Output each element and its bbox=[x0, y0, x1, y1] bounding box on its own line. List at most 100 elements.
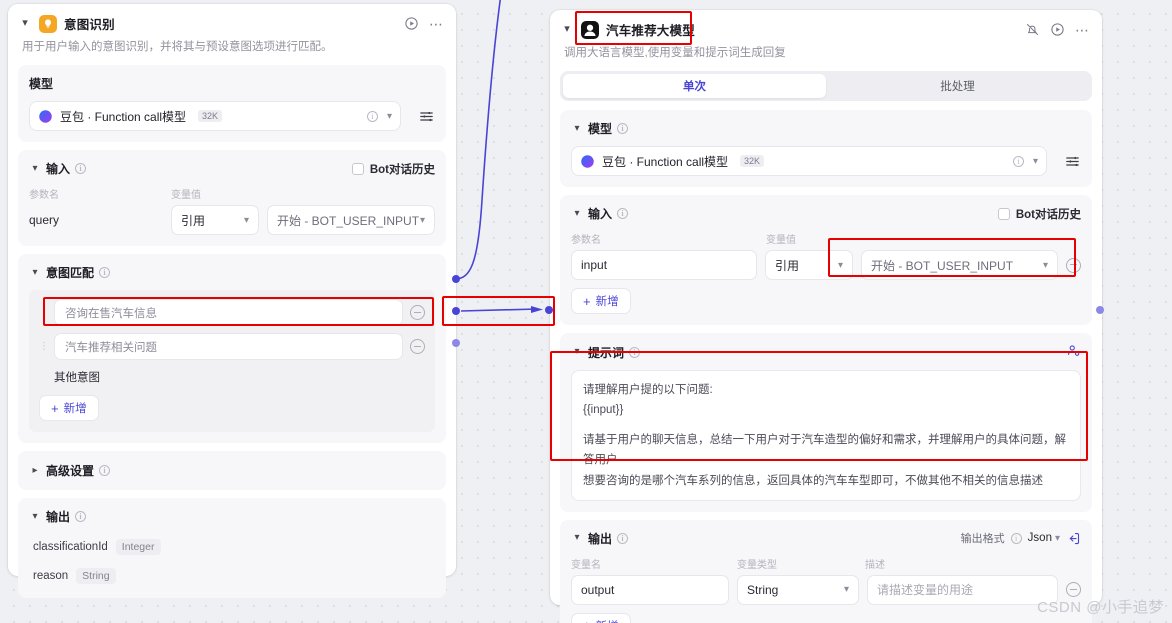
output-port-llm[interactable] bbox=[1096, 306, 1104, 314]
intent-match-section: ▾ 意图匹配 i ⋮⋮ 咨询在售汽车信息 ⋮⋮ 汽车推荐相关问题 其他意图 + … bbox=[18, 254, 446, 444]
play-circle-icon[interactable] bbox=[1050, 22, 1065, 37]
llm-prompt-section: ▾ 提示词 i 请理解用户提的以下问题: {{input}} 请基于用户的聊天信… bbox=[560, 333, 1092, 512]
chevron-down-icon[interactable]: ▾ bbox=[1043, 260, 1048, 271]
bot-history-checkbox[interactable]: Bot对话历史 bbox=[997, 206, 1081, 222]
info-icon[interactable]: i bbox=[1012, 155, 1024, 167]
intent-node-subtitle: 用于用户输入的意图识别，并将其与预设意图选项进行匹配。 bbox=[22, 41, 333, 53]
collapse-chevron-icon[interactable]: ▾ bbox=[571, 346, 583, 358]
output-var-desc-placeholder: 请描述变量的用途 bbox=[877, 583, 974, 598]
chevron-down-icon[interactable]: ▾ bbox=[1033, 156, 1038, 167]
intent-recognition-node[interactable]: ▾ 意图识别 ⋯ 用于用户输入的意图识别，并将其与预设意图选项进行匹配。 模型 bbox=[8, 4, 456, 599]
bot-avatar-icon bbox=[581, 20, 599, 39]
advanced-settings-section[interactable]: ▸ 高级设置 i bbox=[18, 451, 446, 491]
ellipsis-icon[interactable]: ⋯ bbox=[1075, 23, 1090, 37]
info-icon[interactable]: i bbox=[99, 267, 111, 279]
remove-intent-button[interactable] bbox=[410, 305, 425, 321]
output-port-intent-other[interactable] bbox=[452, 339, 460, 347]
chevron-down-icon[interactable]: ▾ bbox=[420, 215, 425, 226]
ellipsis-icon[interactable]: ⋯ bbox=[429, 17, 444, 31]
collapse-chevron-icon[interactable]: ▾ bbox=[571, 532, 583, 544]
add-intent-button[interactable]: + 新增 bbox=[39, 395, 99, 422]
info-icon[interactable]: i bbox=[617, 123, 629, 135]
variable-value: 开始 - BOT_USER_INPUT bbox=[871, 258, 1014, 273]
llm-model-select[interactable]: 豆包 · Function call模型 32K i ▾ bbox=[571, 146, 1047, 177]
intent-text-1: 咨询在售汽车信息 bbox=[65, 307, 157, 320]
info-icon[interactable]: i bbox=[617, 532, 629, 544]
intent-item[interactable]: ⋮⋮ 咨询在售汽车信息 bbox=[39, 299, 425, 327]
llm-mode-tabs[interactable]: 单次 批处理 bbox=[560, 71, 1092, 102]
play-circle-icon[interactable] bbox=[404, 16, 419, 31]
workflow-canvas[interactable]: ▾ 意图识别 ⋯ 用于用户输入的意图识别，并将其与预设意图选项进行匹配。 模型 bbox=[0, 0, 1172, 623]
tab-batch[interactable]: 批处理 bbox=[826, 74, 1089, 98]
variable-value: 开始 - BOT_USER_INPUT bbox=[277, 213, 420, 228]
output-var-name-input[interactable]: output bbox=[571, 574, 729, 605]
output-format-select[interactable]: Json ▾ bbox=[1028, 532, 1060, 544]
checkbox-box[interactable] bbox=[997, 207, 1010, 220]
expand-chevron-icon[interactable]: ▸ bbox=[29, 465, 41, 477]
collapse-chevron-icon[interactable]: ▾ bbox=[560, 23, 574, 37]
output-var-desc-input[interactable]: 请描述变量的用途 bbox=[867, 574, 1058, 605]
chevron-down-icon[interactable]: ▾ bbox=[1055, 533, 1060, 544]
llm-node-subtitle: 调用大语言模型,使用变量和提示词生成回复 bbox=[564, 47, 786, 59]
info-icon[interactable]: i bbox=[617, 208, 629, 220]
prompt-textarea[interactable]: 请理解用户提的以下问题: {{input}} 请基于用户的聊天信息，总结一下用户… bbox=[571, 370, 1081, 501]
llm-prompt-title: ▾ 提示词 i bbox=[571, 343, 1081, 361]
chevron-down-icon[interactable]: ▾ bbox=[387, 111, 392, 122]
add-output-row-button[interactable]: + 新增 bbox=[571, 612, 631, 623]
bot-history-label: Bot对话历史 bbox=[1015, 208, 1081, 221]
info-icon[interactable]: i bbox=[75, 163, 87, 175]
info-icon[interactable]: i bbox=[629, 346, 641, 358]
intent-text-input-2[interactable]: 汽车推荐相关问题 bbox=[54, 333, 403, 361]
checkbox-box[interactable] bbox=[351, 162, 364, 175]
info-icon[interactable]: i bbox=[366, 110, 378, 122]
sliders-icon[interactable] bbox=[1064, 153, 1081, 170]
drag-handle-icon[interactable]: ⋮⋮ bbox=[39, 307, 60, 317]
input-port-llm[interactable] bbox=[545, 306, 553, 314]
bell-off-icon[interactable] bbox=[1025, 22, 1040, 37]
tab-single[interactable]: 单次 bbox=[563, 74, 826, 99]
info-icon[interactable]: i bbox=[75, 511, 87, 523]
intent-output-title: ▾ 输出 i bbox=[29, 508, 435, 525]
remove-input-row-button[interactable] bbox=[1066, 257, 1081, 273]
llm-input-label: 输入 bbox=[588, 207, 613, 222]
info-icon[interactable]: i bbox=[1010, 532, 1022, 544]
output-port-intent-1[interactable] bbox=[452, 275, 460, 283]
llm-input-title: ▾ 输入 i Bot对话历史 bbox=[571, 205, 1081, 222]
intent-model-select[interactable]: 豆包 · Function call模型 32K i ▾ bbox=[29, 101, 401, 132]
collapse-chevron-icon[interactable]: ▾ bbox=[571, 123, 583, 135]
output-port-intent-2[interactable] bbox=[452, 307, 460, 315]
collapse-chevron-icon[interactable]: ▾ bbox=[29, 163, 41, 175]
bot-history-checkbox[interactable]: Bot对话历史 bbox=[351, 161, 435, 177]
llm-node[interactable]: ▾ 汽车推荐大模型 ⋯ 调用大语言模型,使用变量和提示词生成回复 单次 批处理 bbox=[550, 10, 1102, 623]
variable-value-select[interactable]: 开始 - BOT_USER_INPUT ▾ bbox=[861, 250, 1058, 281]
intent-text-2: 汽车推荐相关问题 bbox=[65, 341, 157, 354]
remove-intent-button[interactable] bbox=[410, 339, 425, 355]
param-name-input[interactable]: input bbox=[571, 250, 757, 281]
output-var-row: reason String bbox=[29, 568, 435, 585]
output-var-type: String bbox=[747, 582, 779, 597]
add-input-row-button[interactable]: + 新增 bbox=[571, 288, 631, 315]
param-name-value: query bbox=[29, 213, 60, 228]
chevron-down-icon[interactable]: ▾ bbox=[838, 260, 843, 271]
info-icon[interactable]: i bbox=[99, 465, 111, 477]
llm-output-column-labels: 变量名 变量类型 描述 bbox=[571, 556, 1081, 571]
output-var-type-select[interactable]: String ▾ bbox=[737, 574, 859, 605]
collapse-chevron-icon[interactable]: ▾ bbox=[29, 267, 41, 279]
drag-handle-icon[interactable]: ⋮⋮ bbox=[39, 341, 60, 351]
prompt-line-1: 请理解用户提的以下问题: bbox=[583, 384, 713, 397]
ref-type-select[interactable]: 引用 ▾ bbox=[171, 205, 259, 236]
intent-item[interactable]: ⋮⋮ 汽车推荐相关问题 bbox=[39, 333, 425, 361]
ref-type-select[interactable]: 引用 ▾ bbox=[765, 250, 853, 281]
collapse-chevron-icon[interactable]: ▾ bbox=[571, 208, 583, 220]
chevron-down-icon[interactable]: ▾ bbox=[244, 215, 249, 226]
export-icon[interactable] bbox=[1066, 531, 1081, 546]
llm-model-context-chip: 32K bbox=[740, 155, 765, 168]
intent-text-input-1[interactable]: 咨询在售汽车信息 bbox=[54, 299, 403, 327]
variable-value-select[interactable]: 开始 - BOT_USER_INPUT ▾ bbox=[267, 205, 435, 236]
sliders-icon[interactable] bbox=[418, 108, 435, 125]
persona-icon[interactable] bbox=[1066, 343, 1081, 361]
remove-output-row-button[interactable] bbox=[1066, 582, 1081, 598]
chevron-down-icon[interactable]: ▾ bbox=[844, 584, 849, 595]
collapse-chevron-icon[interactable]: ▾ bbox=[29, 511, 41, 523]
collapse-chevron-icon[interactable]: ▾ bbox=[18, 17, 32, 31]
